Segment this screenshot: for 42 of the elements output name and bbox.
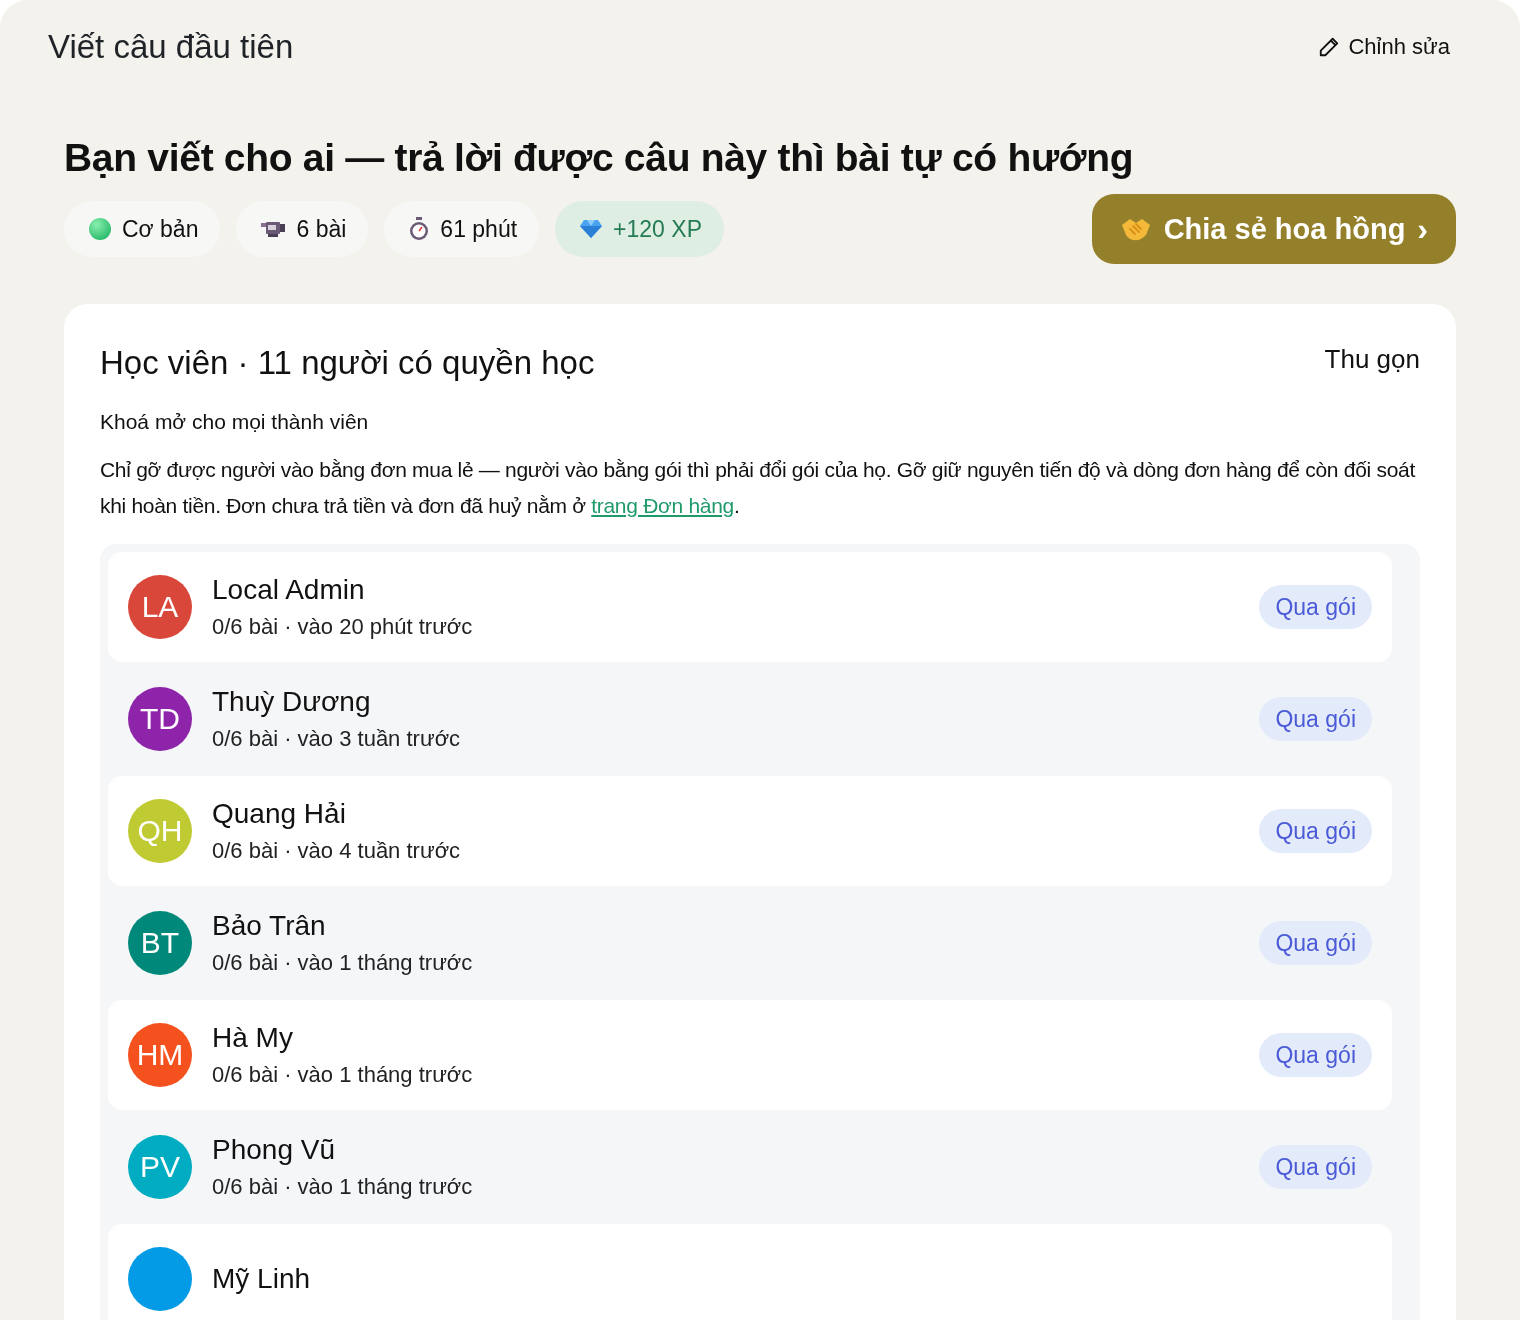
avatar-circle: LA	[128, 575, 192, 639]
gem-icon	[579, 219, 604, 239]
avatar-circle: QH	[128, 799, 192, 863]
pencil-icon	[1318, 36, 1341, 58]
page-title: Viết câu đầu tiên	[48, 28, 294, 66]
student-name: Mỹ Linh	[212, 1263, 312, 1295]
student-name: Bảo Trân	[212, 910, 327, 942]
edit-button[interactable]: Chỉnh sửa	[1318, 34, 1450, 60]
student-details: 0/6 bài · vào 1 tháng trước	[212, 1174, 474, 1200]
share-commission-button[interactable]: Chia sẻ hoa hồng ›	[1091, 194, 1456, 264]
student-name: Hà My	[212, 1022, 294, 1054]
avatar-circle: TD	[128, 687, 192, 751]
move-to-plan-button[interactable]: Qua gói	[1259, 585, 1372, 629]
info-chip: 61 phút	[384, 201, 540, 257]
removal-note: Chỉ gỡ được người vào bằng đơn mua lẻ — người vào bằng gói thì phải đổi gói của họ. Gỡ giữ nguyên tiến độ và dòng đơn hàng để còn đối soát khi hoàn tiền. Đơn chưa trả tiền và đơn đã huỷ nằm ở trang Đơn hàng.	[100, 457, 1416, 519]
info-chip: Cơ bản	[64, 201, 221, 257]
collapse-button[interactable]: Thu gọn	[1324, 344, 1420, 375]
move-to-plan-button[interactable]: Qua gói	[1259, 1145, 1372, 1189]
student-details: 0/6 bài · vào 3 tuần trước	[212, 726, 462, 752]
move-to-plan-button[interactable]: Qua gói	[1259, 1033, 1372, 1077]
move-to-plan-button[interactable]: Qua gói	[1259, 809, 1372, 853]
move-to-plan-button[interactable]: Qua gói	[1259, 697, 1372, 741]
avatar-circle: PV	[128, 1135, 192, 1199]
move-to-plan-button[interactable]: Qua gói	[1259, 921, 1372, 965]
student-details: 0/6 bài · vào 1 tháng trước	[212, 950, 474, 976]
info-chip: 6 bài	[236, 201, 369, 257]
stopwatch-icon	[408, 217, 431, 241]
section-title: Học viên · 11 người có quyền học	[100, 344, 595, 382]
avatar-circle: BT	[128, 911, 192, 975]
student-name: Local Admin	[212, 574, 366, 606]
info-chip: +120 XP	[555, 201, 724, 257]
course-heading: Bạn viết cho ai — trả lời được câu này thì bài tự có hướng	[64, 136, 1135, 180]
student-details: 0/6 bài · vào 4 tuần trước	[212, 838, 462, 864]
student-name: Quang Hải	[212, 798, 347, 830]
student-name: Phong Vũ	[212, 1134, 336, 1166]
access-note: Khoá mở cho mọi thành viên	[100, 410, 370, 434]
avatar-circle: HM	[128, 1023, 192, 1087]
level-dot-icon	[88, 217, 112, 241]
student-details: 0/6 bài · vào 1 tháng trước	[212, 1062, 474, 1088]
student-name: Thuỳ Dương	[212, 686, 372, 718]
orders-page-link[interactable]: trang Đơn hàng	[591, 494, 734, 517]
student-details: 0/6 bài · vào 20 phút trước	[212, 614, 474, 640]
